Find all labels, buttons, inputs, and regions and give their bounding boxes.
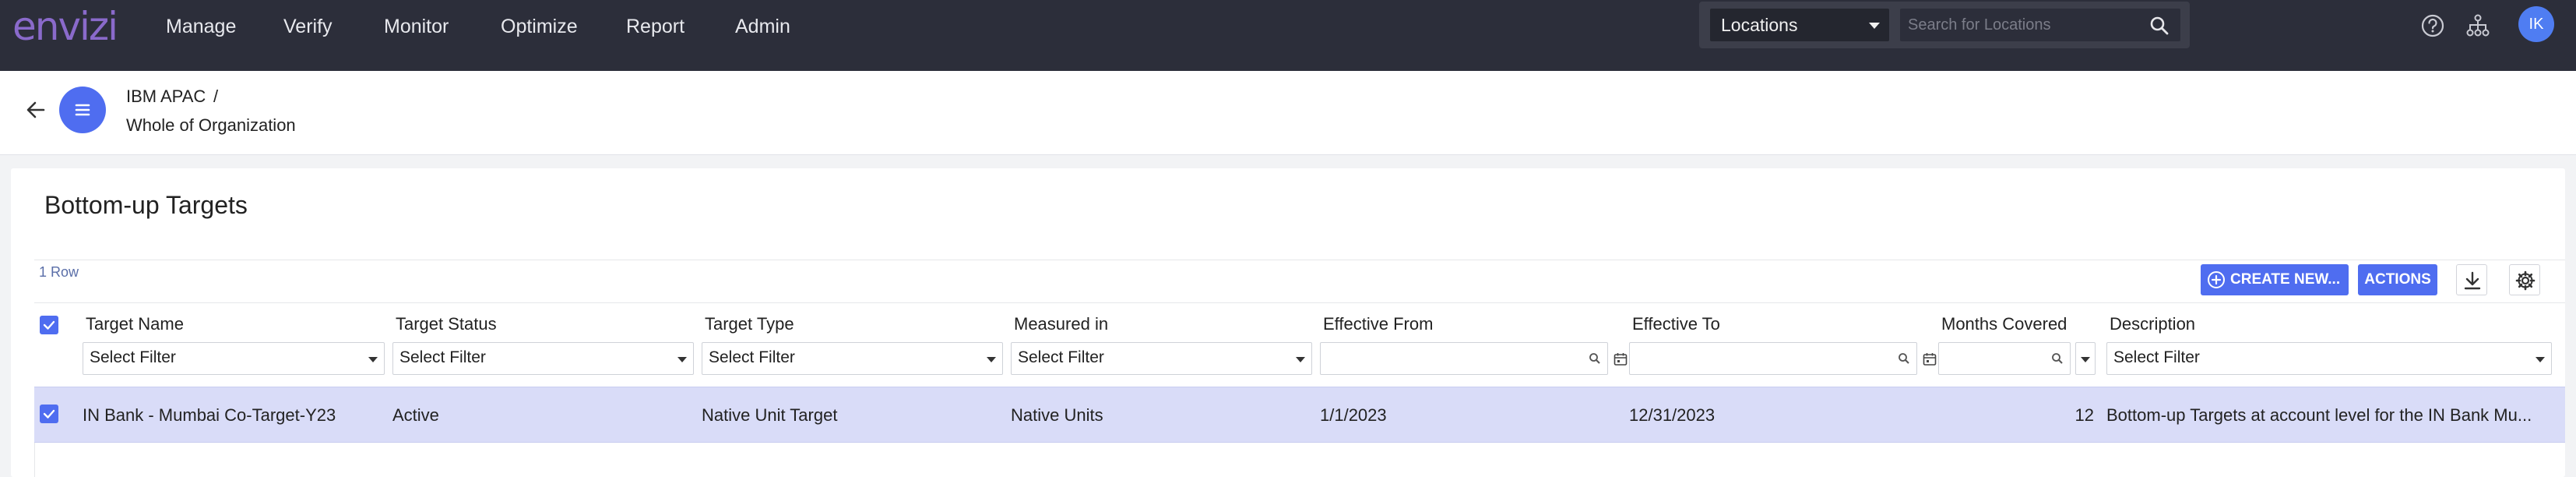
breadcrumb-header: IBM APAC / Whole of Organization <box>0 71 2576 155</box>
filter-measured-in[interactable]: Select Filter <box>1011 342 1312 375</box>
download-icon <box>2464 271 2481 290</box>
search-icon <box>1899 353 1909 364</box>
caret-down-icon <box>1869 23 1880 29</box>
nav-admin[interactable]: Admin <box>735 11 790 42</box>
grid-toolbar <box>34 260 2565 303</box>
cell-target-status: Active <box>392 405 439 425</box>
calendar-icon[interactable] <box>1922 352 1937 367</box>
breadcrumb-parent[interactable]: IBM APAC <box>126 87 206 107</box>
cell-effective-from: 1/1/2023 <box>1320 405 1387 425</box>
filter-description-value: Select Filter <box>2113 348 2200 366</box>
filter-target-status[interactable]: Select Filter <box>392 342 694 375</box>
search-icon <box>2052 353 2063 364</box>
cell-description: Bottom-up Targets at account level for t… <box>2106 405 2532 425</box>
column-header-target-status[interactable]: Target Status <box>396 314 497 334</box>
filter-measured-in-value: Select Filter <box>1018 348 1104 366</box>
nav-monitor[interactable]: Monitor <box>384 11 449 42</box>
create-new-label: CREATE NEW... <box>2230 271 2341 288</box>
cell-effective-to: 12/31/2023 <box>1629 405 1716 425</box>
add-circle-icon <box>2208 271 2225 288</box>
column-header-effective-from[interactable]: Effective From <box>1323 314 1433 334</box>
cell-target-name[interactable]: IN Bank - Mumbai Co-Target-Y23 <box>83 405 386 426</box>
actions-button[interactable]: ACTIONS <box>2358 264 2437 295</box>
breadcrumb-current: Whole of Organization <box>126 115 296 135</box>
envizi-logo[interactable]: envizi <box>12 3 118 50</box>
caret-down-icon <box>1296 357 1305 362</box>
filter-effective-from-input[interactable] <box>1320 342 1608 375</box>
settings-button[interactable] <box>2509 264 2540 295</box>
hamburger-menu-icon <box>75 104 90 116</box>
search-icon <box>1589 353 1600 364</box>
filter-target-type-value: Select Filter <box>709 348 795 366</box>
column-header-target-type[interactable]: Target Type <box>705 314 794 334</box>
location-search-input[interactable] <box>1908 9 2141 41</box>
checkmark-icon <box>43 409 55 419</box>
grid-empty-area <box>34 443 2565 477</box>
location-search-field <box>1900 9 2180 41</box>
caret-down-icon <box>2081 357 2090 362</box>
row-checkbox[interactable] <box>40 405 58 423</box>
table-row[interactable]: IN Bank - Mumbai Co-Target-Y23 Active Na… <box>34 387 2565 443</box>
nav-report[interactable]: Report <box>626 11 684 42</box>
column-header-description[interactable]: Description <box>2110 314 2195 334</box>
column-header-months-covered[interactable]: Months Covered <box>1941 314 2067 334</box>
download-button[interactable] <box>2456 264 2487 295</box>
filter-target-status-value: Select Filter <box>399 348 486 366</box>
user-avatar[interactable]: IK <box>2518 6 2554 42</box>
grid-header: Target Name Target Status Target Type Me… <box>34 303 2565 381</box>
location-menu-button[interactable] <box>59 87 106 133</box>
cell-measured-in: Native Units <box>1011 405 1103 425</box>
cell-months-covered: 12 <box>2075 405 2094 425</box>
caret-down-icon <box>677 357 687 362</box>
row-count: 1 Row <box>39 264 79 280</box>
filter-target-type[interactable]: Select Filter <box>702 342 1003 375</box>
filter-effective-to-input[interactable] <box>1629 342 1917 375</box>
select-all-checkbox[interactable] <box>40 316 58 334</box>
targets-panel: Bottom-up Targets 1 Row CREATE NEW... AC… <box>11 168 2565 477</box>
location-type-value: Locations <box>1721 15 1798 35</box>
back-arrow-icon[interactable] <box>23 97 48 122</box>
caret-down-icon <box>2536 357 2545 362</box>
column-header-measured-in[interactable]: Measured in <box>1014 314 1108 334</box>
filter-months-covered-operator[interactable] <box>2075 342 2096 375</box>
top-nav-bar: envizi Manage Verify Monitor Optimize Re… <box>0 0 2576 71</box>
filter-target-name[interactable]: Select Filter <box>83 342 385 375</box>
column-header-target-name[interactable]: Target Name <box>86 314 184 334</box>
checkmark-icon <box>43 320 55 330</box>
nav-verify[interactable]: Verify <box>283 11 333 42</box>
search-icon[interactable] <box>2149 16 2170 36</box>
help-icon[interactable] <box>2419 12 2446 39</box>
filter-months-covered-input[interactable] <box>1938 342 2071 375</box>
filter-description[interactable]: Select Filter <box>2106 342 2552 375</box>
caret-down-icon <box>987 357 996 362</box>
create-new-button[interactable]: CREATE NEW... <box>2201 264 2349 295</box>
gear-icon <box>2515 270 2536 291</box>
filter-target-name-value: Select Filter <box>90 348 176 366</box>
breadcrumb-separator: / <box>213 87 219 106</box>
org-hierarchy-icon[interactable] <box>2465 12 2491 39</box>
location-search-bar: Locations <box>1699 2 2190 48</box>
nav-manage[interactable]: Manage <box>166 11 236 42</box>
column-header-effective-to[interactable]: Effective To <box>1632 314 1720 334</box>
page-title: Bottom-up Targets <box>44 191 248 219</box>
caret-down-icon <box>368 357 378 362</box>
location-type-select[interactable]: Locations <box>1710 9 1889 41</box>
nav-optimize[interactable]: Optimize <box>501 11 578 42</box>
cell-target-type: Native Unit Target <box>702 405 838 425</box>
calendar-icon[interactable] <box>1613 352 1628 367</box>
